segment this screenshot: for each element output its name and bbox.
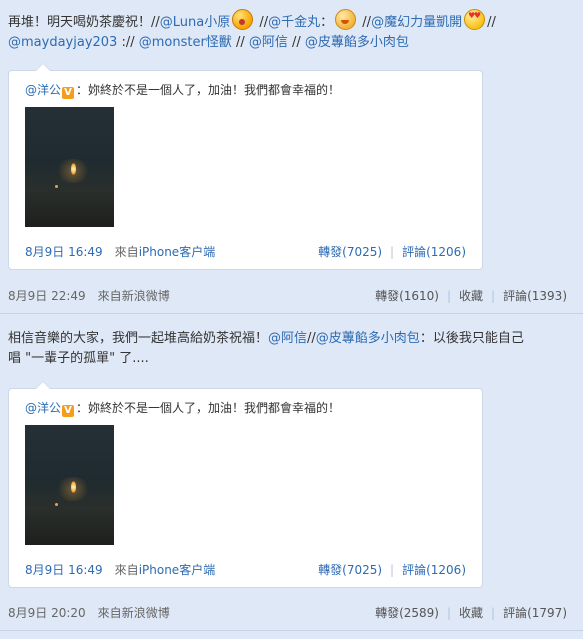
post-source: 來自新浪微博 [98, 606, 170, 620]
quoted-post-header: @洋公 V ：妳終於不是一個人了，加油！我們都會幸福的！ [25, 399, 340, 417]
post-text-fragment: // [231, 35, 249, 50]
post-date-link[interactable]: 8月9日 22:49 [8, 289, 86, 303]
action-separator: | [491, 606, 496, 620]
post-text-fragment: // [487, 15, 496, 30]
post-text-fragment: ：以後我只能自己 [419, 331, 524, 346]
quoted-post-card: @洋公 V ：妳終於不是一個人了，加油！我們都會幸福的！ 8月9日 16:49 來自i… [8, 381, 483, 588]
post-text-fragment: 唱 "一輩子的孤單" 了.... [8, 351, 149, 366]
mention-pitanxian[interactable]: @皮蓴餡多小肉包 [316, 331, 420, 346]
verified-badge-icon: V [62, 87, 75, 99]
post-source: 來自新浪微博 [98, 289, 170, 303]
source-client-link[interactable]: iPhone客户端 [139, 245, 216, 259]
quoted-post-date-link[interactable]: 8月9日 16:49 [25, 245, 103, 259]
post-text-fragment: ： [320, 15, 334, 30]
mention-ashin[interactable]: @阿信 [249, 35, 288, 50]
quoted-post-text: ：妳終於不是一個人了，加油！我們都會幸福的！ [76, 401, 341, 415]
verified-badge-icon: V [62, 405, 75, 417]
repost-button[interactable]: 轉發(1610) [375, 289, 439, 303]
mention-ashin[interactable]: @阿信 [268, 331, 307, 346]
quoted-post-date-link[interactable]: 8月9日 16:49 [25, 563, 103, 577]
comment-button[interactable]: 評論(1393) [503, 289, 567, 303]
favorite-button[interactable]: 收藏 [459, 289, 483, 303]
post-text-fragment: // [287, 35, 305, 50]
source-prefix: 來自 [97, 606, 122, 620]
quoted-author-link[interactable]: @洋公 [25, 401, 61, 415]
shy-face-emoji-icon [335, 9, 357, 30]
quoted-post-text: ：妳終於不是一個人了，加油！我們都會幸福的！ [76, 83, 341, 97]
post-text-fragment: // [358, 15, 372, 30]
favorite-button[interactable]: 收藏 [459, 606, 483, 620]
post-text-fragment: 再堆！明天喝奶茶慶祝！// [8, 15, 160, 30]
post-text-fragment: // [307, 331, 316, 346]
quoted-comment-link[interactable]: 評論(1206) [402, 563, 466, 577]
action-separator: | [446, 606, 452, 620]
candle-flame [71, 481, 76, 493]
quoted-post-card: @洋公 V ：妳終於不是一個人了，加油！我們都會幸福的！ 8月9日 16:49 來自i… [8, 63, 483, 270]
action-separator: | [446, 289, 452, 303]
action-separator: | [491, 289, 496, 303]
quoted-author-link[interactable]: @洋公 [25, 83, 61, 97]
post-actions: 轉發(2589) | 收藏 | 評論(1797) [375, 604, 567, 621]
mention-maydayjay[interactable]: @maydayjay203 [8, 35, 117, 50]
action-separator: | [390, 245, 395, 259]
quoted-post-source: 來自iPhone客户端 [115, 245, 216, 259]
quoted-repost-link[interactable]: 轉發(7025) [318, 563, 382, 577]
feed-divider [0, 313, 583, 314]
post-text-fragment: :// [117, 35, 139, 50]
photo-thumbnail[interactable] [25, 107, 114, 227]
quoted-post-actions: 轉發(7025) | 評論(1206) [318, 243, 466, 260]
repost-button[interactable]: 轉發(2589) [375, 606, 439, 620]
source-client-link[interactable]: iPhone客户端 [139, 563, 216, 577]
quoted-post-meta: 8月9日 16:49 來自iPhone客户端 [25, 561, 215, 578]
post-text-fragment: // [255, 15, 269, 30]
quoted-post-source: 來自iPhone客户端 [115, 563, 216, 577]
post-date-link[interactable]: 8月9日 20:20 [8, 606, 86, 620]
laughing-face-emoji-icon [232, 9, 254, 30]
action-separator: | [390, 563, 395, 577]
source-client-link[interactable]: 新浪微博 [122, 606, 170, 620]
post-text: 相信音樂的大家，我們一起堆高給奶茶祝福！@阿信//@皮蓴餡多小肉包：以後我只能自… [8, 329, 573, 369]
comment-button[interactable]: 評論(1797) [503, 606, 567, 620]
source-client-link[interactable]: 新浪微博 [122, 289, 170, 303]
candle-flame [71, 163, 76, 175]
source-prefix: 來自 [97, 289, 122, 303]
photo-thumbnail[interactable] [25, 425, 114, 545]
post-text: 再堆！明天喝奶茶慶祝！//@Luna小原 //@千金丸： //@魔幻力量凱開//… [8, 9, 573, 53]
quoted-repost-link[interactable]: 轉發(7025) [318, 245, 382, 259]
mention-pitanxian[interactable]: @皮蓴餡多小肉包 [305, 35, 409, 50]
quoted-post-header: @洋公 V ：妳終於不是一個人了，加油！我們都會幸福的！ [25, 81, 340, 99]
source-prefix: 來自 [114, 563, 139, 577]
post-actions: 轉發(1610) | 收藏 | 評論(1393) [375, 287, 567, 304]
post-meta: 8月9日 22:49 來自新浪微博 [8, 287, 170, 304]
mention-mohuan[interactable]: @魔幻力量凱開 [371, 15, 462, 30]
feed-divider [0, 630, 583, 631]
quoted-post-meta: 8月9日 16:49 來自iPhone客户端 [25, 243, 215, 260]
candle-reflection [55, 185, 58, 188]
source-prefix: 來自 [114, 245, 139, 259]
candle-reflection [55, 503, 58, 506]
quoted-comment-link[interactable]: 評論(1206) [402, 245, 466, 259]
quoted-post-actions: 轉發(7025) | 評論(1206) [318, 561, 466, 578]
mention-luna[interactable]: @Luna小原 [160, 15, 230, 30]
post-meta: 8月9日 20:20 來自新浪微博 [8, 604, 170, 621]
mention-monster[interactable]: @monster怪獸 [139, 35, 232, 50]
post-text-fragment: 相信音樂的大家，我們一起堆高給奶茶祝福！ [8, 331, 269, 346]
mention-qianjinwan[interactable]: @千金丸 [268, 15, 320, 30]
heart-eyes-emoji-icon [464, 9, 486, 30]
